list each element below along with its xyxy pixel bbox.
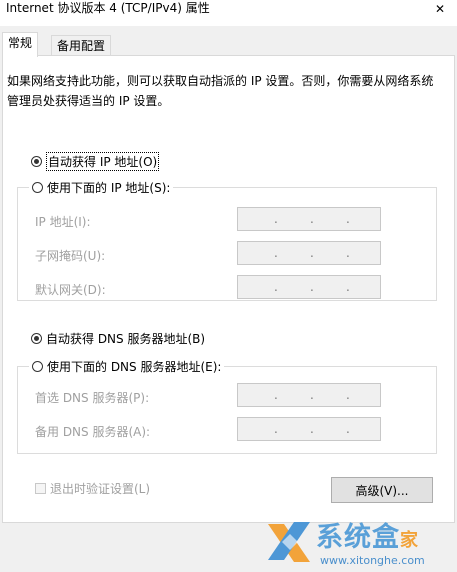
close-button[interactable]: ✕ <box>423 0 457 18</box>
subnet-mask-label: 子网掩码(U): <box>35 249 106 263</box>
advanced-button[interactable]: 高级(V)... <box>331 477 433 503</box>
auto-dns-radio[interactable]: 自动获得 DNS 服务器地址(B) <box>31 330 205 347</box>
auto-dns-radio-indicator <box>31 333 42 344</box>
manual-ip-radio-indicator <box>32 182 43 193</box>
tab-strip: 常规 备用配置 <box>0 32 457 57</box>
general-panel: 如果网络支持此功能，则可以获取自动指派的 IP 设置。否则，你需要从网络系统管理… <box>2 55 455 523</box>
preferred-dns-label: 首选 DNS 服务器(P): <box>35 391 150 405</box>
manual-dns-radio-indicator <box>32 361 43 372</box>
auto-ip-label: 自动获得 IP 地址(O) <box>46 152 160 171</box>
tab-general[interactable]: 常规 <box>2 32 39 57</box>
default-gateway-field[interactable]: ... <box>237 275 381 299</box>
manual-ip-label: 使用下面的 IP 地址(S): <box>47 181 171 195</box>
tab-general-label: 常规 <box>8 36 33 50</box>
auto-ip-radio-indicator <box>31 156 42 167</box>
watermark-text: 系统盒家 <box>316 522 419 553</box>
watermark-url: www.xitonghe.com <box>320 554 425 567</box>
tab-alternate-config-label: 备用配置 <box>57 39 106 53</box>
auto-ip-radio[interactable]: 自动获得 IP 地址(O) <box>31 152 160 171</box>
validate-checkbox-box <box>35 483 46 494</box>
manual-dns-label: 使用下面的 DNS 服务器地址(E): <box>47 360 222 374</box>
close-icon: ✕ <box>434 2 446 16</box>
tab-alternate-config[interactable]: 备用配置 <box>51 35 112 56</box>
auto-dns-label: 自动获得 DNS 服务器地址(B) <box>46 332 206 346</box>
alternate-dns-field[interactable]: ... <box>237 417 381 441</box>
preferred-dns-field[interactable]: ... <box>237 383 381 407</box>
window-title: Internet 协议版本 4 (TCP/IPv4) 属性 <box>6 1 210 15</box>
validate-on-exit-checkbox[interactable]: 退出时验证设置(L) <box>35 480 150 497</box>
watermark-logo: 系统盒家 www.xitonghe.com <box>262 512 457 572</box>
validate-on-exit-label: 退出时验证设置(L) <box>50 482 151 496</box>
advanced-button-label: 高级(V)... <box>355 483 409 498</box>
manual-ip-radio[interactable]: 使用下面的 IP 地址(S): <box>29 179 174 196</box>
watermark-x-icon <box>268 522 310 562</box>
alternate-dns-label: 备用 DNS 服务器(A): <box>35 425 151 439</box>
subnet-mask-field[interactable]: ... <box>237 241 381 265</box>
default-gateway-label: 默认网关(D): <box>35 283 106 297</box>
ip-address-field[interactable]: ... <box>237 207 381 231</box>
manual-dns-radio[interactable]: 使用下面的 DNS 服务器地址(E): <box>29 358 225 375</box>
ip-address-label: IP 地址(I): <box>35 215 91 229</box>
description-text: 如果网络支持此功能，则可以获取自动指派的 IP 设置。否则，你需要从网络系统管理… <box>7 74 434 108</box>
title-bar: Internet 协议版本 4 (TCP/IPv4) 属性 ✕ <box>0 0 457 26</box>
